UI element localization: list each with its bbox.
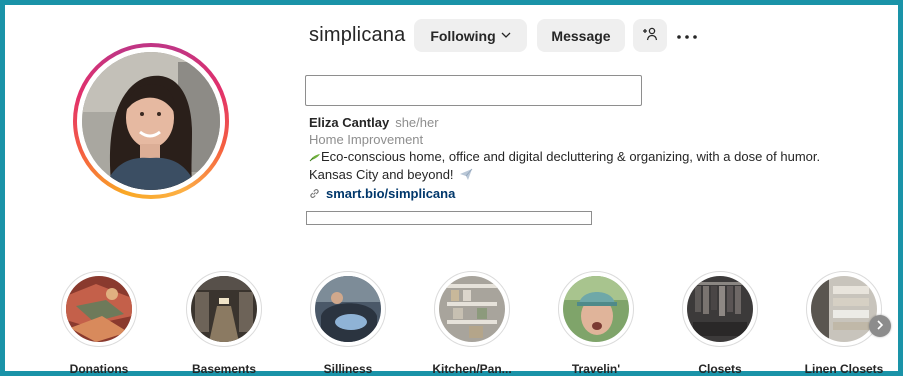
profile-link-text: smart.bio/simplicana bbox=[326, 186, 456, 202]
highlight-label: Kitchen/Pan... bbox=[432, 362, 512, 376]
profile-category: Home Improvement bbox=[309, 132, 424, 147]
chevron-right-icon bbox=[876, 317, 884, 335]
highlight-cover bbox=[439, 276, 505, 342]
seedling-icon bbox=[309, 149, 321, 166]
screenshot-frame: simplicana Following Message Eliza Cantl… bbox=[0, 0, 903, 376]
highlight-cover bbox=[563, 276, 629, 342]
highlight-cover-ring bbox=[61, 271, 137, 347]
highlight-cover-ring bbox=[310, 271, 386, 347]
profile-bio: Eliza Cantlay she/her Home Improvement Ec… bbox=[309, 114, 879, 203]
highlight-cover bbox=[687, 276, 753, 342]
highlights-next-button[interactable] bbox=[869, 315, 891, 337]
person-add-icon bbox=[642, 27, 658, 44]
highlight-label: Travelin' bbox=[571, 362, 621, 376]
bio-line-1-text: Eco-conscious home, office and digital d… bbox=[321, 149, 821, 164]
profile-username: simplicana bbox=[309, 24, 406, 46]
message-button-label: Message bbox=[551, 27, 611, 44]
highlight-label: Donations bbox=[69, 362, 129, 376]
highlight-travelin[interactable]: Travelin' bbox=[545, 271, 643, 377]
highlight-cover-ring bbox=[558, 271, 634, 347]
profile-link[interactable]: smart.bio/simplicana bbox=[309, 185, 455, 202]
highlight-label: Silliness bbox=[323, 362, 373, 376]
avatar-ring-gap bbox=[77, 47, 225, 195]
link-icon bbox=[309, 188, 320, 199]
highlight-cover bbox=[66, 276, 132, 342]
suggested-users-button[interactable] bbox=[633, 19, 667, 52]
highlight-label: Linen Closets bbox=[804, 362, 884, 376]
highlight-cover-ring bbox=[434, 271, 510, 347]
redacted-box-small bbox=[306, 211, 592, 225]
highlight-cover bbox=[811, 276, 877, 342]
highlight-label: Basements bbox=[191, 362, 257, 376]
highlight-cover-ring bbox=[682, 271, 758, 347]
highlight-cover bbox=[191, 276, 257, 342]
highlight-closets[interactable]: Closets bbox=[669, 271, 767, 377]
highlight-cover-ring bbox=[186, 271, 262, 347]
highlight-label: Closets bbox=[698, 362, 742, 376]
avatar-photo-image bbox=[82, 52, 220, 190]
bio-text-line-2: Kansas City and beyond! bbox=[309, 166, 879, 185]
highlight-silliness[interactable]: Silliness bbox=[297, 271, 395, 377]
redacted-box bbox=[305, 75, 642, 106]
message-button[interactable]: Message bbox=[537, 19, 625, 52]
highlight-cover bbox=[315, 276, 381, 342]
highlight-kitchen-pantry[interactable]: Kitchen/Pan... bbox=[421, 271, 519, 377]
following-button-label: Following bbox=[430, 27, 496, 44]
airplane-icon bbox=[459, 168, 473, 185]
profile-avatar-story-ring[interactable] bbox=[73, 43, 229, 199]
highlight-basements[interactable]: Basements bbox=[173, 271, 271, 377]
highlight-cover-ring bbox=[806, 271, 882, 347]
bio-link-line: smart.bio/simplicana bbox=[309, 185, 879, 203]
highlight-donations[interactable]: Donations bbox=[48, 271, 146, 377]
pronouns: she/her bbox=[395, 115, 439, 130]
more-options-button[interactable] bbox=[673, 21, 701, 49]
bio-line-2-text: Kansas City and beyond! bbox=[309, 167, 454, 183]
display-name: Eliza Cantlay bbox=[309, 115, 390, 130]
name-line: Eliza Cantlay she/her bbox=[309, 114, 879, 131]
more-horizontal-icon bbox=[677, 26, 697, 44]
profile-avatar bbox=[82, 52, 220, 190]
following-button[interactable]: Following bbox=[414, 19, 527, 52]
chevron-down-icon bbox=[501, 32, 511, 39]
bio-text-line-1: Eco-conscious home, office and digital d… bbox=[309, 148, 879, 166]
